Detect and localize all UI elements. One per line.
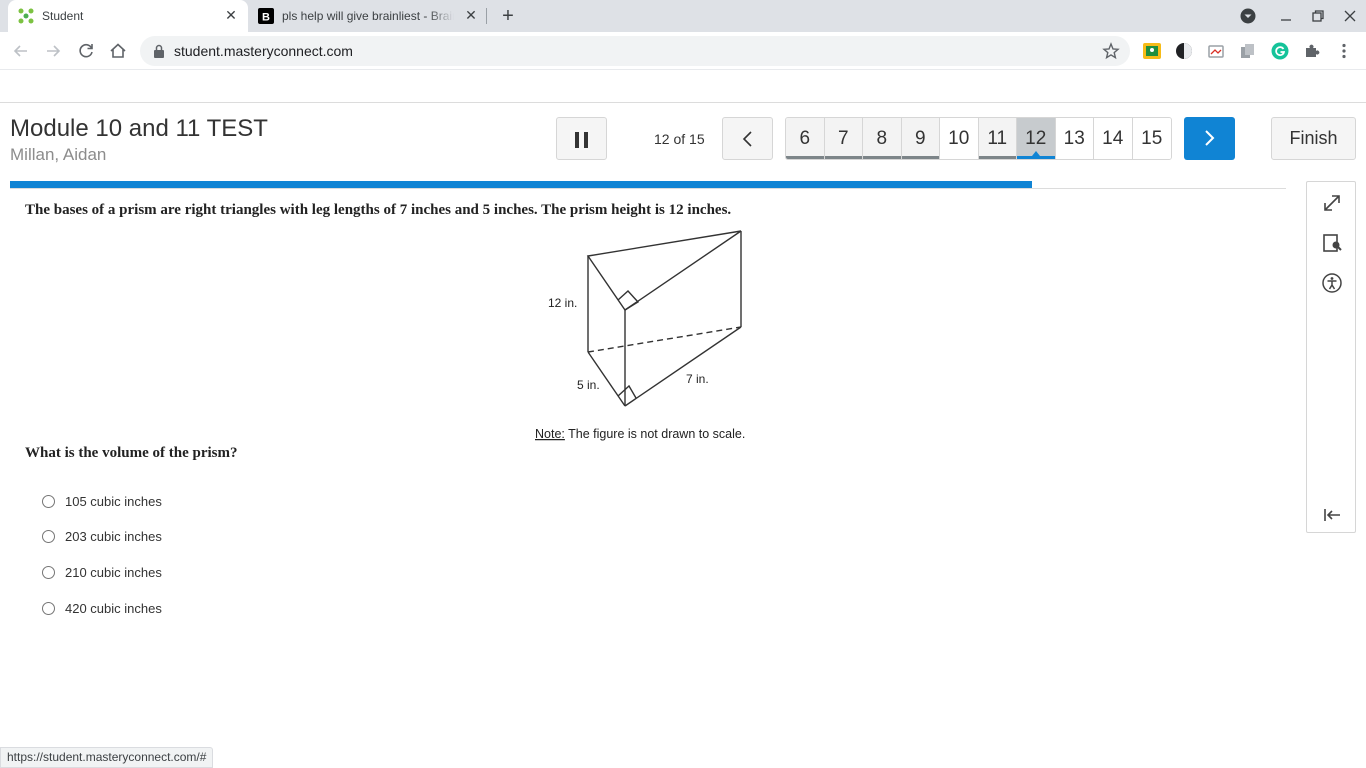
more-menu-icon[interactable]: [1335, 42, 1353, 60]
note-label: Note:: [535, 427, 565, 441]
tab-separator: [486, 8, 487, 24]
question-number-9[interactable]: 9: [901, 118, 940, 159]
question-number-10[interactable]: 10: [940, 118, 979, 159]
close-tab-icon[interactable]: ✕: [224, 8, 238, 22]
tab-brainly[interactable]: B pls help will give brainliest - Brainl…: [250, 0, 488, 32]
leg-b-label: 7 in.: [686, 372, 709, 386]
copy-extension-icon[interactable]: [1239, 42, 1257, 60]
choice-label: 105 cubic inches: [65, 493, 162, 509]
previous-question-button[interactable]: [722, 117, 773, 160]
extensions-puzzle-icon[interactable]: [1303, 42, 1321, 60]
choice-label: 210 cubic inches: [65, 564, 162, 580]
masteryconnect-icon: [18, 8, 34, 24]
grammarly-extension-icon[interactable]: [1271, 42, 1289, 60]
lock-icon[interactable]: [153, 44, 165, 58]
prism-drawing: [586, 230, 742, 407]
question-stem: The bases of a prism are right triangles…: [25, 202, 732, 218]
question-number-12[interactable]: 12: [1017, 118, 1056, 159]
student-name: Millan, Aidan: [10, 145, 107, 164]
tab-student[interactable]: Student ✕: [8, 0, 248, 32]
prism-figure: 12 in. 5 in. 7 in. Note: The figure is n…: [535, 230, 745, 441]
tool-panel: [1306, 181, 1356, 533]
svg-text:B: B: [262, 12, 270, 24]
radio-button[interactable]: [42, 494, 55, 508]
progress-bar: [10, 181, 1032, 188]
radio-button[interactable]: [42, 601, 55, 615]
question-position: 12 of 15: [654, 131, 705, 147]
tab-search-icon[interactable]: [1238, 6, 1258, 26]
line-reader-icon[interactable]: [1321, 232, 1343, 254]
google-classroom-extension-icon[interactable]: [1143, 42, 1161, 60]
question-prompt: What is the volume of the prism?: [25, 445, 238, 461]
accessibility-icon[interactable]: [1321, 272, 1343, 294]
answer-choice-d[interactable]: 420 cubic inches: [42, 598, 162, 618]
new-tab-icon[interactable]: +: [498, 6, 518, 26]
answer-choice-a[interactable]: 105 cubic inches: [42, 491, 162, 511]
expand-icon[interactable]: [1321, 192, 1343, 214]
answer-choice-c[interactable]: 210 cubic inches: [42, 562, 162, 582]
page-title: Module 10 and 11 TEST: [10, 115, 268, 142]
question-number-15[interactable]: 15: [1132, 118, 1171, 159]
url-text: student.masteryconnect.com: [174, 43, 353, 59]
progress-track: [10, 188, 1286, 189]
dark-mode-extension-icon[interactable]: [1175, 42, 1193, 60]
reload-icon[interactable]: [75, 40, 97, 62]
question-number-7[interactable]: 7: [824, 118, 863, 159]
test-page: Module 10 and 11 TEST Millan, Aidan 12 o…: [0, 71, 1366, 768]
home-icon[interactable]: [107, 40, 129, 62]
leg-a-label: 5 in.: [577, 378, 600, 392]
next-question-button[interactable]: [1184, 117, 1235, 160]
close-tab-icon[interactable]: ✕: [464, 8, 478, 22]
pause-icon: [575, 132, 579, 148]
height-label: 12 in.: [548, 296, 577, 310]
address-bar[interactable]: student.masteryconnect.com: [140, 36, 1130, 66]
current-marker-icon: [1032, 151, 1040, 156]
question-number-8[interactable]: 8: [863, 118, 902, 159]
chevron-left-icon: [742, 131, 752, 147]
back-icon[interactable]: [10, 40, 32, 62]
tab-strip: Student ✕ B pls help will give brainlies…: [0, 0, 1366, 32]
tab-title: pls help will give brainliest - Brainly: [282, 9, 454, 23]
pause-button[interactable]: [556, 117, 607, 160]
question-number-14[interactable]: 14: [1094, 118, 1133, 159]
forward-icon[interactable]: [42, 40, 64, 62]
question-number-11[interactable]: 11: [978, 118, 1017, 159]
answer-choice-b[interactable]: 203 cubic inches: [42, 526, 162, 546]
choice-label: 203 cubic inches: [65, 528, 162, 544]
figure-note: Note: The figure is not drawn to scale.: [535, 427, 745, 441]
status-bar-url: https://student.masteryconnect.com/#: [0, 747, 214, 768]
note-text: The figure is not drawn to scale.: [565, 427, 745, 441]
pause-icon: [584, 132, 588, 148]
question-navigator: 6 7 8 9 10 11 12 13 14 15: [785, 117, 1172, 160]
browser-toolbar: student.masteryconnect.com: [0, 32, 1366, 70]
finish-button[interactable]: Finish: [1271, 117, 1356, 160]
minimize-icon[interactable]: [1276, 6, 1296, 26]
question-number-6[interactable]: 6: [786, 118, 825, 159]
bookmark-star-icon[interactable]: [1102, 42, 1120, 60]
tab-title: Student: [42, 9, 84, 23]
choice-label: 420 cubic inches: [65, 600, 162, 616]
radio-button[interactable]: [42, 529, 55, 543]
screenshot-extension-icon[interactable]: [1207, 42, 1225, 60]
header-divider: [0, 102, 1366, 103]
restore-icon[interactable]: [1308, 6, 1328, 26]
radio-button[interactable]: [42, 565, 55, 579]
brainly-icon: B: [258, 8, 274, 24]
close-window-icon[interactable]: [1340, 6, 1360, 26]
question-number-13[interactable]: 13: [1055, 118, 1094, 159]
chevron-right-icon: [1205, 130, 1215, 146]
collapse-panel-icon[interactable]: [1321, 504, 1343, 526]
